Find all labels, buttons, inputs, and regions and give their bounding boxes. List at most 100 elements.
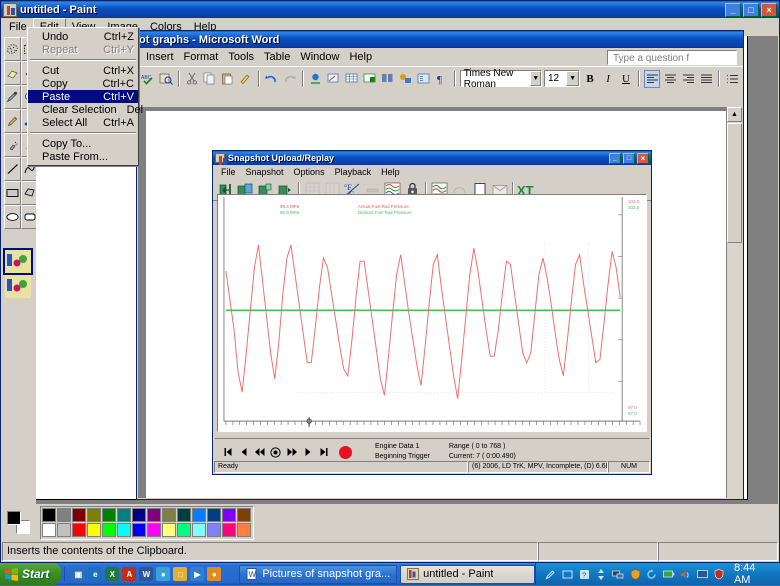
security-icon[interactable]	[713, 568, 726, 581]
maximize-button[interactable]: □	[743, 3, 759, 17]
snapshot-close-button[interactable]: ×	[637, 153, 649, 164]
word-menu-tools[interactable]: Tools	[223, 49, 259, 65]
palette-swatch[interactable]	[87, 508, 101, 522]
adobe-reader-icon[interactable]: A	[122, 567, 136, 581]
chevron-down-icon[interactable]: ▼	[530, 71, 541, 86]
media-player-icon[interactable]: ▶	[190, 567, 204, 581]
battery-icon[interactable]	[662, 568, 675, 581]
paste-icon[interactable]	[220, 70, 236, 88]
palette-swatch[interactable]	[222, 523, 236, 537]
columns-icon[interactable]	[380, 70, 396, 88]
display-icon[interactable]	[696, 568, 709, 581]
palette-swatch[interactable]	[162, 508, 176, 522]
menu-item-select-all[interactable]: Select All Ctrl+A	[28, 116, 138, 129]
pause-button[interactable]	[269, 445, 282, 460]
tool-option-1[interactable]	[5, 250, 31, 273]
airbrush-icon[interactable]	[4, 133, 21, 157]
step-forward-button[interactable]	[301, 445, 314, 460]
current-colors[interactable]	[4, 508, 35, 538]
snapshot-menu-options[interactable]: Options	[289, 166, 330, 178]
menu-item-copy[interactable]: Copy Ctrl+C	[28, 77, 138, 90]
menu-item-clear-selection[interactable]: Clear Selection Del	[28, 103, 138, 116]
snapshot-maximize-button[interactable]: □	[623, 153, 635, 164]
ellipse-icon[interactable]	[4, 205, 21, 229]
tool-option-2[interactable]	[5, 275, 31, 298]
menu-item-undo[interactable]: Undo Ctrl+Z	[28, 30, 138, 43]
palette-swatch[interactable]	[192, 508, 206, 522]
undo-icon[interactable]	[264, 70, 280, 88]
cut-icon[interactable]	[184, 70, 200, 88]
palette-swatch[interactable]	[132, 508, 146, 522]
insert-hyperlink-icon[interactable]	[308, 70, 324, 88]
italic-button[interactable]: I	[600, 70, 616, 88]
fast-forward-button[interactable]	[285, 445, 298, 460]
rewind-button[interactable]	[253, 445, 266, 460]
format-painter-icon[interactable]	[238, 70, 254, 88]
snapshot-menu-playback[interactable]: Playback	[330, 166, 377, 178]
go-to-end-button[interactable]	[317, 445, 330, 460]
snapshot-minimize-button[interactable]: _	[609, 153, 621, 164]
free-form-select-icon[interactable]	[4, 37, 21, 61]
palette-swatch[interactable]	[42, 523, 56, 537]
justify-button[interactable]	[698, 70, 714, 88]
palette-swatch[interactable]	[237, 523, 251, 537]
palette-swatch[interactable]	[147, 523, 161, 537]
spelling-check-icon[interactable]: ABC	[140, 70, 156, 88]
excel-icon[interactable]: X	[105, 567, 119, 581]
word-menu-table[interactable]: Table	[259, 49, 295, 65]
folder-icon[interactable]: □	[173, 567, 187, 581]
go-to-start-button[interactable]	[221, 445, 234, 460]
pen-icon[interactable]	[544, 568, 557, 581]
palette-swatch[interactable]	[147, 508, 161, 522]
shield-icon[interactable]	[629, 568, 642, 581]
palette-swatch[interactable]	[117, 508, 131, 522]
sync-icon[interactable]	[645, 568, 658, 581]
palette-swatch[interactable]	[177, 508, 191, 522]
pick-color-icon[interactable]	[4, 85, 21, 109]
palette-swatches[interactable]	[40, 506, 254, 540]
align-center-button[interactable]	[662, 70, 678, 88]
palette-swatch[interactable]	[42, 508, 56, 522]
scroll-up-button[interactable]: ▲	[727, 107, 742, 122]
underline-button[interactable]: U	[618, 70, 634, 88]
document-map-icon[interactable]	[416, 70, 432, 88]
palette-swatch[interactable]	[72, 508, 86, 522]
tables-and-borders-icon[interactable]	[326, 70, 342, 88]
step-back-button[interactable]	[237, 445, 250, 460]
chevron-down-icon[interactable]: ▼	[566, 71, 579, 86]
snapshot-menu-file[interactable]: File	[216, 166, 241, 178]
word-icon[interactable]: W	[139, 567, 153, 581]
palette-swatch[interactable]	[162, 523, 176, 537]
rectangle-icon[interactable]	[4, 181, 21, 205]
palette-swatch[interactable]	[132, 523, 146, 537]
palette-swatch[interactable]	[102, 508, 116, 522]
word-menu-insert[interactable]: Insert	[141, 49, 179, 65]
insert-excel-spreadsheet-icon[interactable]	[362, 70, 378, 88]
internet-explorer-icon[interactable]: e	[88, 567, 102, 581]
word-menu-help[interactable]: Help	[344, 49, 377, 65]
word-menu-window[interactable]: Window	[295, 49, 344, 65]
updown-icon[interactable]	[595, 568, 608, 581]
snapshot-menu-help[interactable]: Help	[376, 166, 405, 178]
close-button[interactable]: ×	[761, 3, 777, 17]
palette-swatch[interactable]	[117, 523, 131, 537]
font-name-combo[interactable]: Times New Roman ▼	[460, 70, 542, 87]
palette-swatch[interactable]	[87, 523, 101, 537]
palette-swatch[interactable]	[237, 508, 251, 522]
snapshot-chart[interactable]: 99.4 MPa 99.9 MPa Actual Fuel Rail Press…	[217, 194, 647, 432]
palette-swatch[interactable]	[207, 523, 221, 537]
palette-swatch[interactable]	[57, 508, 71, 522]
media-icon[interactable]: ●	[156, 567, 170, 581]
palette-swatch[interactable]	[207, 508, 221, 522]
word-menu-format[interactable]: Format	[179, 49, 224, 65]
menu-item-paste-from[interactable]: Paste From...	[28, 150, 138, 163]
foreground-color-swatch[interactable]	[7, 511, 21, 525]
minimize-button[interactable]: _	[725, 3, 741, 17]
volume-icon[interactable]	[679, 568, 692, 581]
record-button[interactable]	[339, 446, 352, 459]
bold-button[interactable]: B	[582, 70, 598, 88]
edit-dropdown-menu[interactable]: Undo Ctrl+Z Repeat Ctrl+Y Cut Ctrl+X Cop…	[27, 27, 139, 166]
palette-swatch[interactable]	[222, 508, 236, 522]
palette-swatch[interactable]	[192, 523, 206, 537]
orange-app-icon[interactable]: ●	[207, 567, 221, 581]
